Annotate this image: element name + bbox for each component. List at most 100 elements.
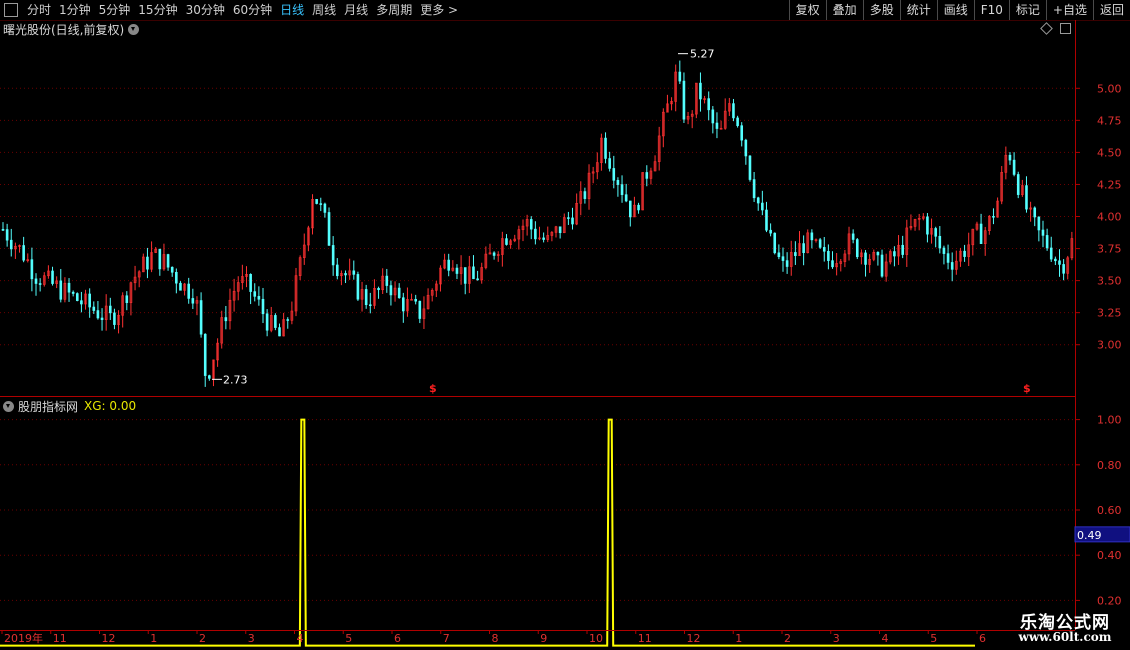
candle-body [261, 298, 265, 315]
candle-body [748, 155, 752, 180]
candle-body [389, 285, 393, 296]
candle-body [455, 267, 459, 274]
candle-body [109, 305, 112, 314]
candle-body [926, 216, 929, 235]
xg-series-line [0, 418, 975, 647]
candle-body [505, 238, 508, 245]
candle-body [92, 306, 96, 311]
x-tick-label: 6 [979, 632, 986, 645]
y-tick-label: 3.00 [1097, 339, 1122, 352]
x-tick-label: 1 [735, 632, 742, 645]
candle-body [765, 209, 768, 231]
y-tick-label: 0.80 [1097, 459, 1122, 472]
candle-body [344, 273, 347, 276]
candle-body [331, 245, 335, 266]
candle-body [203, 333, 207, 376]
x-tick-label: 5 [345, 632, 352, 645]
x-tick-label: 11 [53, 632, 67, 645]
candle-body [274, 315, 277, 328]
candle-body [257, 296, 261, 300]
candle-body [534, 228, 537, 240]
candlestick-series [1, 60, 1074, 387]
x-tick-label: 4 [882, 632, 889, 645]
candle-body [963, 250, 966, 257]
candle-body [146, 256, 149, 270]
x-tick-label: 3 [833, 632, 840, 645]
candle-body [179, 282, 182, 291]
candle-body [827, 250, 830, 261]
candle-body [447, 259, 451, 271]
candle-body [542, 237, 545, 240]
candle-body [992, 215, 995, 218]
candle-body [851, 233, 855, 240]
candle-body [75, 293, 79, 301]
candle-body [645, 172, 649, 179]
candle-body [571, 217, 574, 225]
candle-body [88, 293, 91, 308]
candle-body [1058, 260, 1061, 265]
candle-body [191, 298, 195, 304]
candle-body [356, 274, 360, 300]
candle-body [492, 252, 496, 256]
x-tick-label: 4 [297, 632, 304, 645]
y-tick-label: 4.00 [1097, 211, 1122, 224]
candle-body [707, 98, 711, 111]
candle-body [583, 191, 587, 199]
candle-body [364, 289, 368, 306]
candle-body [113, 312, 116, 325]
y-tick-label: 4.75 [1097, 114, 1122, 127]
candle-body [529, 219, 533, 230]
x-tick-label: 12 [687, 632, 701, 645]
x-tick-label: 2019年 [4, 631, 43, 645]
panel-toggle-icon[interactable] [1060, 23, 1071, 34]
candle-body [628, 200, 632, 218]
chart-canvas: 3.003.253.503.754.004.254.504.755.000.20… [0, 20, 1130, 647]
candle-body [418, 300, 422, 319]
candle-body [158, 248, 162, 270]
indicator-name: 股朋指标网 [18, 399, 79, 414]
candle-body [327, 212, 331, 246]
candle-body [711, 109, 715, 124]
candle-body [125, 295, 129, 303]
y-tick-label: 0.60 [1097, 504, 1122, 517]
candle-body [1045, 235, 1049, 249]
candle-body [901, 244, 904, 255]
candle-body [476, 278, 479, 281]
chevron-down-icon[interactable] [128, 23, 140, 35]
y-tick-label: 5.00 [1097, 82, 1122, 95]
candle-body [265, 313, 269, 331]
candle-body [59, 280, 63, 300]
candle-body [810, 232, 814, 241]
candle-body [463, 267, 467, 284]
candle-body [1062, 264, 1065, 274]
x-tick-label: 9 [540, 632, 547, 645]
candle-body [472, 266, 475, 280]
candle-body [781, 256, 785, 261]
candle-body [402, 297, 405, 312]
high-annotation-label: 5.27 [690, 48, 715, 61]
candle-body [1033, 207, 1037, 218]
candle-body [1, 229, 5, 231]
candle-body [5, 229, 9, 241]
candle-body [682, 80, 686, 120]
candle-body [558, 226, 562, 234]
candle-body [286, 319, 290, 321]
indicator-series [0, 418, 975, 647]
candle-body [385, 275, 389, 286]
chevron-down-icon[interactable] [3, 400, 14, 412]
candle-body [616, 180, 620, 185]
candle-body [761, 202, 764, 211]
candle-body [831, 260, 834, 268]
candle-body [315, 199, 318, 204]
candle-body [752, 179, 756, 199]
candle-body [187, 283, 191, 299]
main-panel-header: 曙光股份(日线,前复权) [0, 21, 140, 37]
candle-body [249, 273, 252, 292]
candle-body [377, 288, 380, 291]
logo-url: www.60lt.com [1018, 630, 1112, 644]
candle-body [620, 184, 624, 195]
candle-body [352, 270, 356, 275]
x-tick-label: 3 [248, 632, 255, 645]
candle-body [637, 204, 640, 211]
x-tick-label: 2 [784, 632, 791, 645]
